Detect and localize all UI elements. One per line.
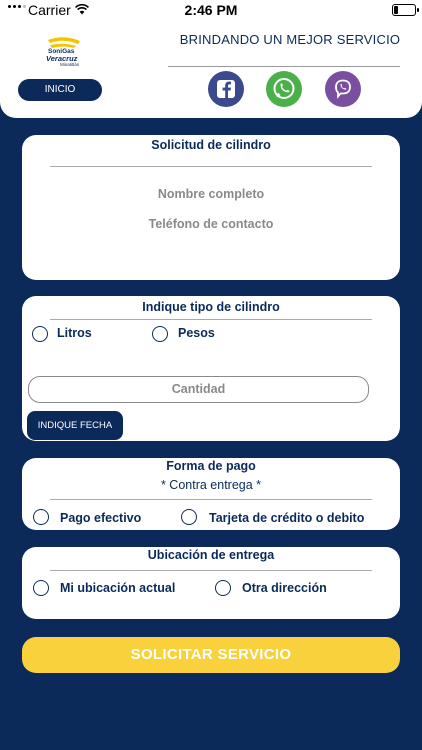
- solicitar-servicio-button[interactable]: SOLICITAR SERVICIO: [22, 637, 400, 673]
- otra-direccion-radio[interactable]: [215, 580, 231, 596]
- tagline: BRINDANDO UN MEJOR SERVICIO: [179, 32, 401, 47]
- divider: [50, 499, 372, 500]
- ubicacion-card: Ubicación de entrega Mi ubicación actual…: [22, 547, 400, 619]
- whatsapp-icon: [266, 71, 302, 107]
- inicio-button[interactable]: INICIO: [18, 79, 102, 101]
- viber-icon: [325, 71, 361, 107]
- pago-efectivo-radio[interactable]: [33, 509, 49, 525]
- pesos-label: Pesos: [178, 326, 215, 340]
- ubicacion-title: Ubicación de entrega: [147, 548, 275, 562]
- viber-button[interactable]: [325, 71, 361, 107]
- name-field[interactable]: Nombre completo: [22, 187, 400, 201]
- divider: [50, 319, 372, 320]
- ubicacion-actual-radio[interactable]: [33, 580, 49, 596]
- facebook-button[interactable]: [208, 71, 244, 107]
- pago-efectivo-label: Pago efectivo: [60, 511, 142, 525]
- otra-direccion-label: Otra dirección: [242, 581, 327, 595]
- cantidad-input[interactable]: Cantidad: [28, 376, 369, 403]
- battery-icon: [392, 4, 419, 16]
- tarjeta-radio[interactable]: [181, 509, 197, 525]
- pesos-radio[interactable]: [152, 326, 168, 342]
- pago-card: Forma de pago * Contra entrega * Pago ef…: [22, 458, 400, 530]
- litros-label: Litros: [57, 326, 92, 340]
- divider: [50, 570, 372, 571]
- clock: 2:46 PM: [184, 2, 238, 18]
- header-panel: Carrier 2:46 PM SoniGas Veracruz Minatit…: [0, 0, 422, 118]
- pago-subtitle: * Contra entrega *: [160, 478, 262, 492]
- whatsapp-button[interactable]: [266, 71, 302, 107]
- status-bar: Carrier 2:46 PM: [0, 0, 422, 22]
- divider: [168, 66, 400, 67]
- pago-title: Forma de pago: [166, 459, 256, 473]
- solicitud-title: Solicitud de cilindro: [151, 138, 271, 152]
- tipo-card: Indique tipo de cilindro Litros Pesos Ca…: [22, 296, 400, 441]
- solicitud-card: Solicitud de cilindro Nombre completo Te…: [22, 135, 400, 280]
- facebook-icon: [208, 71, 244, 107]
- indique-fecha-button[interactable]: INDIQUE FECHA: [27, 411, 123, 440]
- tipo-title: Indique tipo de cilindro: [142, 300, 280, 314]
- litros-radio[interactable]: [32, 326, 48, 342]
- tarjeta-label: Tarjeta de crédito o debito: [209, 511, 365, 525]
- logo-city: Minatitlán: [60, 62, 80, 67]
- phone-field[interactable]: Teléfono de contacto: [22, 217, 400, 231]
- divider: [50, 166, 372, 167]
- ubicacion-actual-label: Mi ubicación actual: [60, 581, 176, 595]
